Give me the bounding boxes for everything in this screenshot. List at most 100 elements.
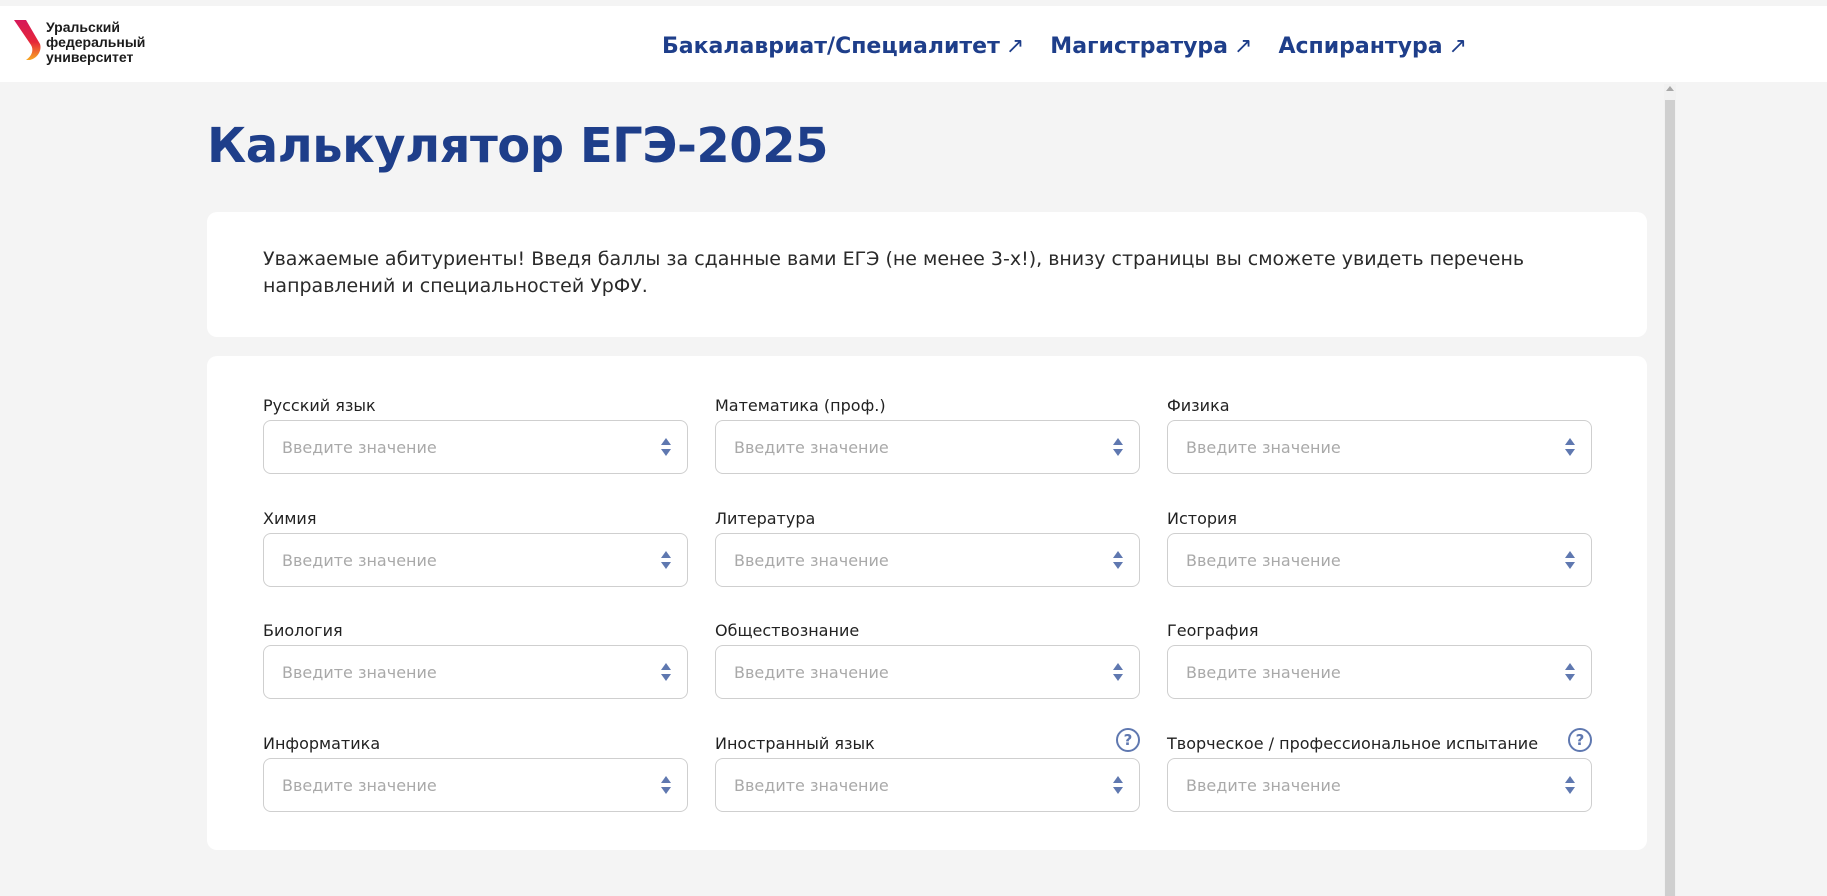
informatics-score-input[interactable] — [264, 759, 652, 811]
intro-text: Уважаемые абитуриенты! Введя баллы за сд… — [263, 248, 1525, 297]
field-russian: Русский язык — [263, 396, 688, 474]
stepper-down[interactable] — [1113, 449, 1123, 456]
stepper-down[interactable] — [1113, 674, 1123, 681]
score-input-box — [263, 420, 688, 474]
stepper-up[interactable] — [1113, 551, 1123, 558]
nav-link-master[interactable]: Магистратура ↗ — [1050, 34, 1252, 59]
biology-score-input[interactable] — [264, 646, 652, 698]
nav-link-postgraduate[interactable]: Аспирантура ↗ — [1278, 34, 1467, 59]
spin-stepper-icon[interactable] — [661, 551, 671, 571]
stepper-up[interactable] — [661, 438, 671, 445]
social-studies-score-input[interactable] — [716, 646, 1104, 698]
stepper-up[interactable] — [1113, 776, 1123, 783]
external-arrow-icon: ↗ — [1448, 33, 1468, 59]
spin-stepper-icon[interactable] — [1565, 663, 1575, 683]
urfu-logo[interactable]: Уральский федеральный университет — [12, 14, 146, 65]
stepper-down[interactable] — [1113, 562, 1123, 569]
field-label: Физика — [1167, 396, 1230, 415]
scrollbar-thumb[interactable] — [1665, 100, 1675, 896]
stepper-down[interactable] — [661, 449, 671, 456]
page-title: Калькулятор ЕГЭ-2025 — [207, 118, 828, 174]
stepper-up[interactable] — [1565, 663, 1575, 670]
logo-line: федеральный — [46, 34, 146, 50]
spin-stepper-icon[interactable] — [661, 663, 671, 683]
spin-stepper-icon[interactable] — [1565, 438, 1575, 458]
field-label: Биология — [263, 621, 343, 640]
nav-link-label: Бакалавриат/Специалитет — [662, 33, 1000, 59]
stepper-down[interactable] — [1565, 674, 1575, 681]
field-label: География — [1167, 621, 1259, 640]
field-social-studies: Обществознание — [715, 621, 1140, 699]
geography-score-input[interactable] — [1168, 646, 1556, 698]
exam-scores-form: Русский язык Математика (проф.) Физика Х… — [207, 356, 1647, 850]
russian-score-input[interactable] — [264, 421, 652, 473]
stepper-up[interactable] — [661, 663, 671, 670]
field-physics: Физика — [1167, 396, 1592, 474]
score-input-box — [1167, 420, 1592, 474]
stepper-up[interactable] — [1113, 438, 1123, 445]
score-input-box — [263, 758, 688, 812]
field-chemistry: Химия — [263, 509, 688, 587]
field-label: Литература — [715, 509, 816, 528]
field-label: Русский язык — [263, 396, 376, 415]
stepper-down[interactable] — [661, 674, 671, 681]
score-input-box — [715, 758, 1140, 812]
spin-stepper-icon[interactable] — [1113, 663, 1123, 683]
stepper-up[interactable] — [661, 776, 671, 783]
score-input-box — [715, 645, 1140, 699]
scroll-up-arrow-icon[interactable] — [1666, 86, 1674, 91]
stepper-up[interactable] — [1565, 438, 1575, 445]
nav-link-bachelor[interactable]: Бакалавриат/Специалитет ↗ — [662, 34, 1024, 59]
field-literature: Литература — [715, 509, 1140, 587]
stepper-up[interactable] — [1565, 776, 1575, 783]
spin-stepper-icon[interactable] — [1113, 776, 1123, 796]
field-label: Творческое / профессиональное испытание — [1167, 734, 1539, 753]
spin-stepper-icon[interactable] — [1565, 551, 1575, 571]
history-score-input[interactable] — [1168, 534, 1556, 586]
literature-score-input[interactable] — [716, 534, 1104, 586]
intro-card: Уважаемые абитуриенты! Введя баллы за сд… — [207, 212, 1647, 337]
urfu-logo-icon — [14, 20, 41, 60]
spin-stepper-icon[interactable] — [1565, 776, 1575, 796]
stepper-down[interactable] — [1565, 562, 1575, 569]
score-input-box — [715, 420, 1140, 474]
spin-stepper-icon[interactable] — [661, 776, 671, 796]
score-input-box — [715, 533, 1140, 587]
spin-stepper-icon[interactable] — [1113, 438, 1123, 458]
score-input-box — [1167, 533, 1592, 587]
field-label: Математика (проф.) — [715, 396, 886, 415]
stepper-down[interactable] — [1565, 449, 1575, 456]
field-label: Химия — [263, 509, 317, 528]
stepper-down[interactable] — [661, 562, 671, 569]
creative-exam-score-input[interactable] — [1168, 759, 1556, 811]
question-circle-icon[interactable]: ? — [1116, 728, 1140, 752]
foreign-language-score-input[interactable] — [716, 759, 1104, 811]
field-label: Обществознание — [715, 621, 860, 640]
field-informatics: Информатика — [263, 734, 688, 812]
chemistry-score-input[interactable] — [264, 534, 652, 586]
score-input-box — [263, 645, 688, 699]
site-header: Уральский федеральный университет Бакала… — [0, 6, 1827, 82]
main-nav: Бакалавриат/Специалитет ↗ Магистратура ↗ А… — [662, 26, 1467, 66]
question-circle-icon[interactable]: ? — [1568, 728, 1592, 752]
nav-link-label: Магистратура — [1050, 33, 1229, 59]
stepper-up[interactable] — [1113, 663, 1123, 670]
score-input-box — [1167, 645, 1592, 699]
stepper-up[interactable] — [661, 551, 671, 558]
spin-stepper-icon[interactable] — [661, 438, 671, 458]
stepper-up[interactable] — [1565, 551, 1575, 558]
spin-stepper-icon[interactable] — [1113, 551, 1123, 571]
math-score-input[interactable] — [716, 421, 1104, 473]
field-label: История — [1167, 509, 1238, 528]
field-geography: География — [1167, 621, 1592, 699]
vertical-scrollbar[interactable] — [1664, 84, 1676, 896]
field-math: Математика (проф.) — [715, 396, 1140, 474]
score-input-box — [1167, 758, 1592, 812]
stepper-down[interactable] — [1113, 787, 1123, 794]
physics-score-input[interactable] — [1168, 421, 1556, 473]
score-input-box — [263, 533, 688, 587]
stepper-down[interactable] — [661, 787, 671, 794]
field-history: История — [1167, 509, 1592, 587]
stepper-down[interactable] — [1565, 787, 1575, 794]
field-label: Информатика — [263, 734, 381, 753]
